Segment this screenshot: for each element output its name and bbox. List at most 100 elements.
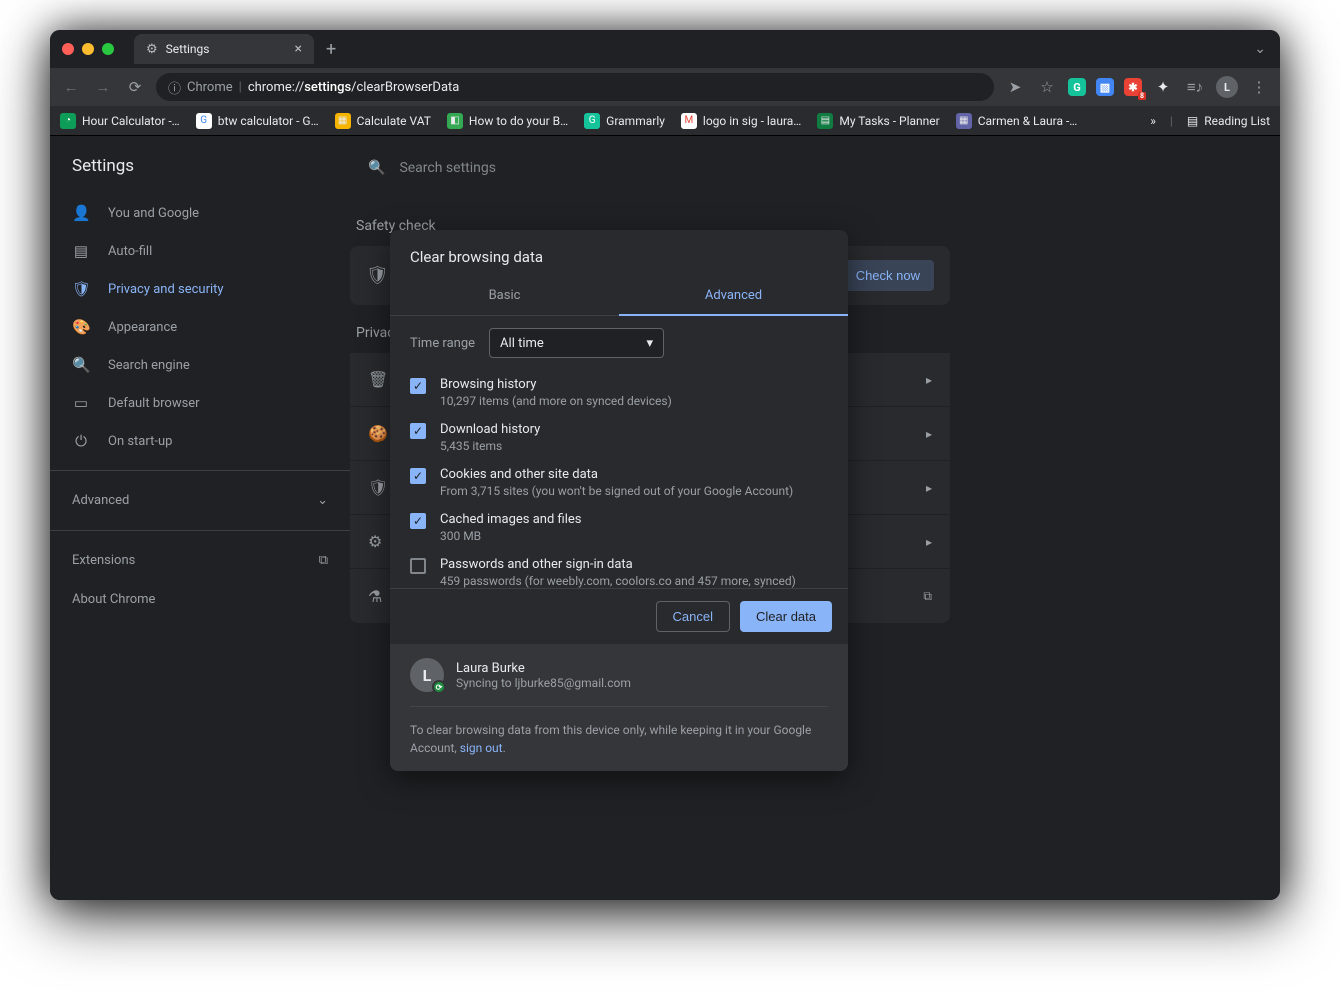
- checkbox[interactable]: ✓: [410, 378, 426, 394]
- bookmark-item[interactable]: ▦Carmen & Laura -…: [956, 113, 1078, 129]
- external-link-icon: ⧉: [923, 589, 932, 604]
- option-browsing-history[interactable]: ✓ Browsing history10,297 items (and more…: [410, 370, 828, 415]
- shield-icon: 🛡: [368, 478, 388, 497]
- bookmark-item[interactable]: ▤My Tasks - Planner: [817, 113, 939, 129]
- bookmark-item[interactable]: ◔Hour Calculator -…: [60, 113, 180, 129]
- flask-icon: ⚗: [368, 587, 382, 606]
- chevron-down-icon: ▾: [647, 336, 654, 351]
- checkbox[interactable]: [410, 558, 426, 574]
- sidebar-item-startup[interactable]: ⏻On start-up: [50, 422, 350, 460]
- bookmark-item[interactable]: ◧How to do your B…: [447, 113, 568, 129]
- settings-sidebar: Settings 👤You and Google ▤Auto-fill 🛡Pri…: [50, 136, 350, 900]
- bookmark-item[interactable]: Mlogo in sig - laura…: [681, 113, 801, 129]
- sidebar-item-appearance[interactable]: 🎨Appearance: [50, 308, 350, 346]
- bookmark-item[interactable]: Gbtw calculator - G…: [196, 113, 319, 129]
- titlebar: ⚙ Settings × + ⌄: [50, 30, 1280, 68]
- option-cached[interactable]: ✓ Cached images and files300 MB: [410, 505, 828, 550]
- reading-list-icon: ▤: [1187, 114, 1198, 128]
- sidebar-item-autofill[interactable]: ▤Auto-fill: [50, 232, 350, 270]
- tab-advanced[interactable]: Advanced: [619, 276, 848, 315]
- back-button[interactable]: ←: [60, 78, 82, 96]
- chevron-right-icon: ▸: [926, 373, 932, 387]
- checkbox[interactable]: ✓: [410, 513, 426, 529]
- clear-data-button[interactable]: Clear data: [740, 601, 832, 632]
- tab-basic[interactable]: Basic: [390, 276, 619, 315]
- option-cookies[interactable]: ✓ Cookies and other site dataFrom 3,715 …: [410, 460, 828, 505]
- tab-label: Settings: [166, 42, 210, 56]
- settings-main: 🔍 Search settings Safety check 🛡 Check n…: [350, 136, 1280, 900]
- shield-icon: 🛡: [72, 280, 90, 298]
- account-avatar: L ⟳: [410, 658, 444, 692]
- sidebar-advanced[interactable]: Advanced⌄: [50, 481, 350, 520]
- gear-icon: ⚙: [146, 42, 158, 57]
- star-icon[interactable]: ☆: [1036, 78, 1058, 96]
- time-range-select[interactable]: All time ▾: [489, 328, 664, 358]
- extension-icon[interactable]: ▧: [1096, 78, 1114, 96]
- extension-icon[interactable]: G: [1068, 78, 1086, 96]
- browser-window: ⚙ Settings × + ⌄ ← → ⟳ ⓘ Chrome | chrome…: [50, 30, 1280, 900]
- sidebar-item-default-browser[interactable]: ▭Default browser: [50, 384, 350, 422]
- bookmarks-overflow[interactable]: »: [1150, 114, 1156, 128]
- window-menu-button[interactable]: ⌄: [1254, 41, 1266, 57]
- search-settings[interactable]: 🔍 Search settings: [350, 148, 950, 188]
- check-now-button[interactable]: Check now: [842, 260, 934, 291]
- site-info-icon: ⓘ: [168, 78, 181, 97]
- sync-icon: ⟳: [432, 680, 446, 694]
- account-sync: Syncing to ljburke85@gmail.com: [456, 676, 631, 690]
- browser-tab[interactable]: ⚙ Settings ×: [134, 34, 314, 64]
- sign-out-link[interactable]: sign out: [460, 741, 503, 755]
- option-passwords[interactable]: Passwords and other sign-in data459 pass…: [410, 550, 828, 588]
- forward-button[interactable]: →: [92, 78, 114, 96]
- chevron-down-icon: ⌄: [317, 493, 328, 508]
- sidebar-extensions[interactable]: Extensions⧉: [50, 541, 350, 580]
- clear-browsing-data-dialog: Clear browsing data Basic Advanced Time …: [390, 230, 848, 771]
- send-icon[interactable]: ➤: [1004, 78, 1026, 96]
- new-tab-button[interactable]: +: [326, 39, 336, 60]
- toolbar: ← → ⟳ ⓘ Chrome | chrome://settings/clear…: [50, 68, 1280, 106]
- url-path: /clearBrowserData: [351, 80, 459, 95]
- media-icon[interactable]: ≡♪: [1184, 78, 1206, 96]
- cancel-button[interactable]: Cancel: [656, 601, 730, 632]
- trash-icon: 🗑: [368, 370, 388, 389]
- bookmark-item[interactable]: GGrammarly: [584, 113, 665, 129]
- dialog-note: To clear browsing data from this device …: [410, 706, 828, 757]
- bookmark-item[interactable]: ▦Calculate VAT: [335, 113, 431, 129]
- minimize-window-button[interactable]: [82, 43, 94, 55]
- search-icon: 🔍: [72, 356, 90, 374]
- dialog-account: L ⟳ Laura Burke Syncing to ljburke85@gma…: [390, 644, 848, 771]
- checkbox[interactable]: ✓: [410, 423, 426, 439]
- option-download-history[interactable]: ✓ Download history5,435 items: [410, 415, 828, 460]
- reading-list-button[interactable]: ▤Reading List: [1187, 114, 1270, 128]
- profile-avatar[interactable]: L: [1216, 76, 1238, 98]
- search-placeholder: Search settings: [399, 160, 496, 176]
- sidebar-about[interactable]: About Chrome: [50, 580, 350, 619]
- sidebar-item-privacy[interactable]: 🛡Privacy and security: [50, 270, 350, 308]
- power-icon: ⏻: [72, 432, 90, 450]
- sliders-icon: ⚙: [368, 532, 382, 551]
- time-range-label: Time range: [410, 336, 475, 351]
- address-bar[interactable]: ⓘ Chrome | chrome://settings/clearBrowse…: [156, 73, 994, 101]
- browser-icon: ▭: [72, 394, 90, 412]
- dialog-actions: Cancel Clear data: [390, 588, 848, 644]
- close-tab-icon[interactable]: ×: [295, 41, 302, 57]
- url-scheme: chrome://: [248, 80, 304, 95]
- sidebar-item-you-and-google[interactable]: 👤You and Google: [50, 194, 350, 232]
- window-controls: [62, 43, 114, 55]
- shield-check-icon: 🛡: [366, 265, 389, 286]
- close-window-button[interactable]: [62, 43, 74, 55]
- chevron-right-icon: ▸: [926, 535, 932, 549]
- page-title: Settings: [50, 154, 350, 194]
- extensions-button[interactable]: ✦: [1152, 78, 1174, 96]
- palette-icon: 🎨: [72, 318, 90, 336]
- menu-button[interactable]: ⋮: [1248, 78, 1270, 96]
- cookie-icon: 🍪: [368, 424, 388, 443]
- account-name: Laura Burke: [456, 661, 631, 676]
- checkbox[interactable]: ✓: [410, 468, 426, 484]
- extension-icon[interactable]: ✱8: [1124, 78, 1142, 96]
- sidebar-item-search-engine[interactable]: 🔍Search engine: [50, 346, 350, 384]
- reload-button[interactable]: ⟳: [124, 78, 146, 96]
- chevron-right-icon: ▸: [926, 427, 932, 441]
- person-icon: 👤: [72, 204, 90, 222]
- url-prefix: Chrome: [187, 80, 233, 95]
- maximize-window-button[interactable]: [102, 43, 114, 55]
